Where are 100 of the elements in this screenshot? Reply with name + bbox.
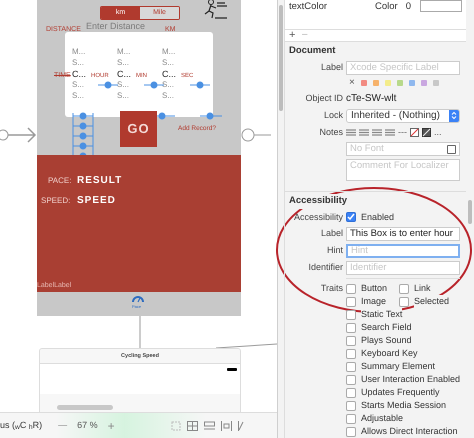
picker-row[interactable]: S... — [162, 92, 174, 100]
pace-value: RESULT — [77, 174, 122, 188]
go-button[interactable]: GO — [120, 111, 157, 147]
label-color-swatch[interactable] — [384, 80, 391, 86]
picker-row[interactable]: C... — [117, 70, 132, 79]
font-icon[interactable] — [447, 144, 456, 154]
color-icon[interactable] — [410, 128, 419, 137]
picker-row[interactable]: S... — [117, 92, 130, 100]
checkbox[interactable] — [346, 414, 356, 424]
checkbox[interactable] — [346, 400, 356, 410]
attribute-value: 0 — [406, 0, 412, 14]
field-label: Notes — [318, 126, 343, 139]
horizontal-scrollbar-thumb[interactable] — [57, 405, 113, 410]
checkbox-label: Image — [361, 294, 386, 308]
picker-row[interactable]: C... — [72, 70, 86, 79]
field-label: Hint — [326, 244, 343, 258]
section-title: Document — [288, 44, 336, 58]
field-label: Lock — [322, 109, 343, 122]
checkbox[interactable] — [346, 336, 356, 346]
checkbox[interactable] — [399, 296, 409, 306]
stack-icon[interactable] — [186, 420, 198, 430]
runner-icon — [203, 0, 229, 19]
checkbox[interactable] — [346, 426, 356, 436]
scrollbar-thumb[interactable] — [279, 5, 283, 111]
checkbox[interactable] — [346, 388, 356, 398]
more-button[interactable]: ... — [434, 126, 442, 140]
field-label: Object ID — [304, 92, 343, 105]
attribute-type: Color — [375, 0, 398, 14]
update-frames-icon[interactable] — [170, 420, 181, 430]
zoom-in-button[interactable]: + — [108, 416, 115, 434]
label-color-swatch[interactable] — [360, 80, 367, 86]
checkbox[interactable] — [399, 284, 409, 294]
align-icon[interactable] — [346, 129, 356, 136]
label-color-swatch[interactable] — [372, 80, 379, 86]
accessibility-label-field[interactable]: This Box is to enter hour — [346, 227, 460, 241]
field-label: Label — [320, 227, 343, 240]
picker-row[interactable]: S... — [117, 59, 130, 67]
stepper-icon — [449, 110, 459, 122]
picker-row[interactable]: S... — [162, 59, 174, 67]
label-color-swatch[interactable] — [396, 80, 403, 86]
zoom-out-button[interactable]: — — [58, 418, 68, 432]
comment-field[interactable]: Comment For Localizer — [346, 159, 460, 182]
checkbox-label: Updates Frequently — [361, 386, 440, 400]
field-label: Accessibility — [292, 210, 343, 224]
label-color-swatch[interactable] — [408, 80, 415, 86]
color-swatch[interactable] — [420, 0, 462, 12]
checkbox[interactable] — [346, 284, 356, 294]
battery-icon — [227, 368, 237, 371]
picker-row[interactable]: S... — [162, 81, 174, 89]
picker-row[interactable]: M... — [72, 48, 86, 56]
picker-row[interactable]: S... — [72, 59, 84, 67]
separator-button[interactable]: --- — [398, 126, 407, 140]
picker-row[interactable]: S... — [117, 81, 130, 89]
checkbox[interactable] — [346, 310, 356, 320]
device-config-button[interactable]: us ($_{w}$C $_{h}$R) — [0, 418, 42, 432]
picker-row[interactable]: C... — [162, 70, 176, 79]
checkbox-label: Summary Element — [361, 360, 436, 374]
align-icon[interactable] — [385, 129, 395, 136]
speed-label: SPEED: — [41, 195, 70, 207]
align-icon[interactable] — [359, 129, 369, 136]
checkbox-label: Selected — [414, 294, 450, 308]
checkbox[interactable] — [346, 348, 356, 358]
hint-field[interactable]: Hint — [346, 244, 460, 258]
segue-icon — [241, 128, 271, 142]
align-icon[interactable] — [204, 420, 215, 430]
background-color-icon[interactable] — [422, 128, 431, 137]
label-color-swatch[interactable] — [420, 80, 427, 86]
pace-label: PACE: — [48, 175, 72, 187]
picker-row[interactable]: M... — [117, 48, 130, 56]
remove-button[interactable]: − — [301, 30, 308, 40]
checkbox[interactable] — [346, 212, 356, 222]
picker-row[interactable]: M... — [162, 48, 176, 56]
identifier-field[interactable]: Identifier — [346, 261, 460, 275]
field-label: Traits — [320, 282, 343, 295]
clear-color-button[interactable]: × — [349, 78, 355, 88]
gauge-icon[interactable] — [132, 295, 144, 303]
lock-dropdown[interactable]: Inherited - (Nothing) — [346, 108, 460, 123]
checkbox[interactable] — [346, 374, 356, 384]
align-icon[interactable] — [372, 129, 382, 136]
label-field[interactable]: Xcode Specific Label — [346, 60, 460, 75]
scrollbar-thumb[interactable] — [468, 200, 472, 224]
resolve-icon[interactable] — [238, 420, 244, 430]
checkbox[interactable] — [346, 362, 356, 372]
checkbox[interactable] — [346, 296, 356, 306]
connector-line — [139, 316, 141, 348]
add-button[interactable]: + — [289, 30, 296, 40]
field-label: Identifier — [307, 261, 343, 274]
object-id: cTe-SW-wlt — [346, 92, 396, 106]
checkbox-label: Plays Sound — [361, 334, 412, 348]
checkbox-label: Keyboard Key — [361, 346, 418, 360]
speed-value: SPEED — [77, 194, 116, 208]
pin-icon[interactable] — [220, 420, 232, 430]
distance-field[interactable]: Enter Distance — [86, 22, 146, 31]
picker-row[interactable]: S... — [72, 81, 84, 89]
field-label: Label — [320, 61, 343, 74]
zoom-level: 67 % — [77, 418, 98, 432]
label-color-swatch[interactable] — [432, 80, 439, 86]
checkbox-label: Adjustable — [361, 412, 404, 426]
checkbox[interactable] — [346, 322, 356, 332]
picker-row[interactable]: S... — [72, 92, 84, 100]
